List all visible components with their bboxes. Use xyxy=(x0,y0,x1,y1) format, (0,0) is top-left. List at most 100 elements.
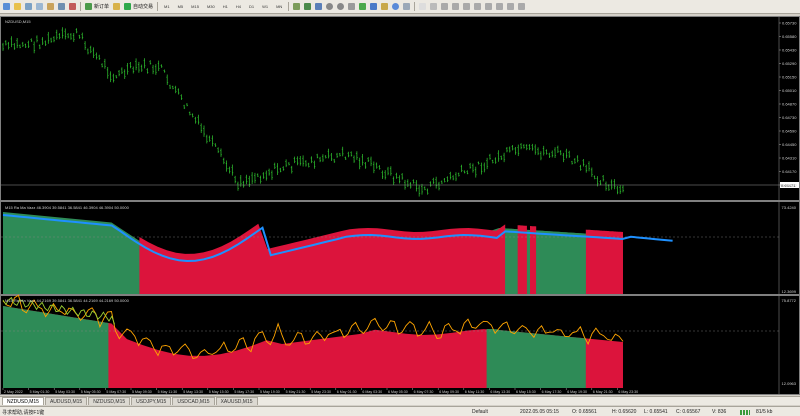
help-text: 寻求帮助,请按F1键 xyxy=(2,410,45,416)
time-tick-label: 5 May 21:30 xyxy=(286,390,306,394)
vertical-line-button[interactable] xyxy=(440,1,449,12)
tf-m30[interactable]: M30 xyxy=(204,1,218,12)
bar-low: L: 0.65541 xyxy=(644,409,668,415)
tab-xauusd[interactable]: XAUUSD,M15 xyxy=(215,397,258,405)
time-tick-label: 6 May 21:30 xyxy=(593,390,613,394)
indicator2-bull-area xyxy=(486,329,586,388)
tf-m5[interactable]: M5 xyxy=(175,1,187,12)
price-tick-label: 0.64000 xyxy=(782,183,797,188)
folder-icon xyxy=(14,3,21,10)
periods-button[interactable] xyxy=(391,1,400,12)
price-tick-label: 0.65730 xyxy=(782,21,797,26)
tf-d1[interactable]: D1 xyxy=(246,1,257,12)
time-tick-label: 6 May 05:30 xyxy=(388,390,408,394)
data-window-button[interactable] xyxy=(35,1,44,12)
bar-chart-button[interactable] xyxy=(292,1,301,12)
vertical-line-icon xyxy=(441,3,449,10)
new-chart-button[interactable] xyxy=(2,1,11,12)
toolbar-divider xyxy=(157,2,159,11)
horizontal-line-button[interactable] xyxy=(451,1,460,12)
autotrading-button[interactable]: 自动交易 xyxy=(123,1,154,12)
trendline-button[interactable] xyxy=(462,1,471,12)
tf-label: W1 xyxy=(262,4,269,9)
channel-button[interactable] xyxy=(473,1,482,12)
new-chart-icon xyxy=(3,3,10,10)
indicator1-bear-area xyxy=(517,225,527,294)
tf-label: M15 xyxy=(191,4,199,9)
tf-h4[interactable]: H4 xyxy=(233,1,244,12)
tab-nzdusd-2[interactable]: NZDUSD,M15 xyxy=(88,397,131,405)
tile-button[interactable] xyxy=(347,1,356,12)
pane-separator xyxy=(1,294,799,296)
indicators-button[interactable] xyxy=(380,1,389,12)
market-watch-button[interactable] xyxy=(24,1,33,12)
tab-nzdusd[interactable]: NZDUSD,M15 xyxy=(2,397,44,405)
text-tool-button[interactable] xyxy=(495,1,504,12)
cursor-button[interactable] xyxy=(418,1,427,12)
label-tool-button[interactable] xyxy=(506,1,515,12)
time-tick-label: 5 May 19:30 xyxy=(260,390,280,394)
indicator2-bottom-tick: 12.0963 xyxy=(781,381,796,386)
data-window-icon xyxy=(36,3,43,10)
time-tick-label: 6 May 19:30 xyxy=(567,390,587,394)
profiles-button[interactable] xyxy=(13,1,22,12)
cursor-icon xyxy=(419,3,427,10)
tf-label: H1 xyxy=(222,4,228,9)
tile-icon xyxy=(348,3,356,10)
traffic-text: 81/5 kb xyxy=(756,409,773,415)
tab-usdcad[interactable]: USDCAD,M15 xyxy=(172,397,215,405)
tf-m1[interactable]: M1 xyxy=(161,1,173,12)
time-tick-label: 6 May 07:30 xyxy=(414,390,434,394)
tf-h1[interactable]: H1 xyxy=(220,1,231,12)
profile-name[interactable]: Default xyxy=(472,409,488,415)
candle-chart-button[interactable] xyxy=(303,1,312,12)
indicators-icon xyxy=(381,3,389,10)
time-tick-label: 6 May 03:30 xyxy=(362,390,382,394)
price-tick-label: 0.64730 xyxy=(782,115,797,120)
tf-mn[interactable]: MN xyxy=(273,1,285,12)
tf-label: D1 xyxy=(248,4,255,9)
tester-icon xyxy=(69,3,76,10)
tf-w1[interactable]: W1 xyxy=(259,1,271,12)
arrows-button[interactable] xyxy=(517,1,526,12)
tab-audusd[interactable]: AUDUSD,M15 xyxy=(44,397,88,405)
templates-button[interactable] xyxy=(402,1,411,12)
indicator2-top-tick: 75.8772 xyxy=(781,298,796,303)
fibonacci-button[interactable] xyxy=(484,1,493,12)
editor-icon xyxy=(113,3,121,10)
tf-m15[interactable]: M15 xyxy=(188,1,202,12)
tf-label: H4 xyxy=(235,4,241,9)
zoom-in-button[interactable] xyxy=(325,1,334,12)
line-chart-button[interactable] xyxy=(314,1,323,12)
zoom-out-button[interactable] xyxy=(336,1,345,12)
bar-open: O: 0.65561 xyxy=(572,409,597,415)
time-tick-label: 5 May 05:30 xyxy=(81,390,101,394)
bar-chart-icon xyxy=(293,3,301,10)
indicator1-top-tick: 73.4240 xyxy=(781,205,796,210)
time-tick-label: 6 May 17:30 xyxy=(542,390,562,394)
autoscroll-button[interactable] xyxy=(358,1,367,12)
new-order-label: 新订单 xyxy=(94,4,110,10)
tab-usdjpy[interactable]: USDJPY,M15 xyxy=(131,397,172,405)
connection-icon xyxy=(740,410,750,416)
new-order-icon xyxy=(85,3,92,10)
new-order-button[interactable]: 新订单 xyxy=(84,1,110,12)
time-tick-label: 5 May 23:30 xyxy=(311,390,331,394)
crosshair-button[interactable] xyxy=(429,1,438,12)
price-tick-label: 0.65430 xyxy=(782,48,797,53)
tester-button[interactable] xyxy=(68,1,77,12)
bar-high: H: 0.65620 xyxy=(612,409,637,415)
time-tick-label: 6 May 09:30 xyxy=(439,390,459,394)
zoom-in-icon xyxy=(326,3,334,10)
editor-button[interactable] xyxy=(112,1,121,12)
price-tick-label: 0.64870 xyxy=(782,102,797,107)
time-tick-label: 6 May 11:30 xyxy=(465,390,485,394)
navigator-button[interactable] xyxy=(46,1,55,12)
chart-shift-button[interactable] xyxy=(369,1,378,12)
chart-window[interactable]: 0.64471 0.65730 0.65580 0.65430 0.65290 0.651… xyxy=(0,16,800,395)
crosshair-icon xyxy=(430,3,438,10)
candle-chart-icon xyxy=(304,3,312,10)
text-tool-icon xyxy=(496,3,504,10)
time-tick-label: 6 May 23:30 xyxy=(618,390,638,394)
terminal-button[interactable] xyxy=(57,1,66,12)
